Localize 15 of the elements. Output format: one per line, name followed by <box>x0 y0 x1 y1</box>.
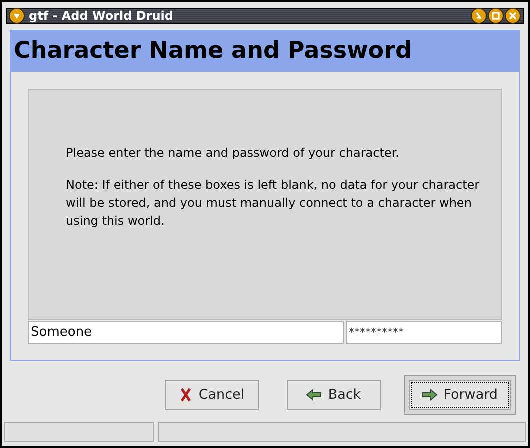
left-arrow-icon <box>306 389 322 401</box>
message-text: Please enter the name and password of your character. <box>66 145 400 162</box>
cancel-button[interactable]: Cancel <box>164 380 259 410</box>
password-field[interactable]: ********** <box>346 321 502 344</box>
message-text: Note: If either of these boxes is left blank, no data for your character will be stored, and you must manually connect to a character when using this world. <box>66 177 481 230</box>
window-title: gtf - Add World Druid <box>29 9 175 23</box>
name-field[interactable]: Someone <box>28 321 344 344</box>
forward-button[interactable]: Forward <box>408 380 511 410</box>
maximize-icon[interactable] <box>488 8 504 24</box>
close-icon[interactable] <box>505 8 521 24</box>
right-arrow-icon <box>422 389 438 401</box>
cross-icon <box>178 388 193 402</box>
back-button[interactable]: Back <box>286 380 381 410</box>
page-title: Character Name and Password <box>14 38 412 64</box>
window-menu-icon[interactable] <box>9 8 25 24</box>
